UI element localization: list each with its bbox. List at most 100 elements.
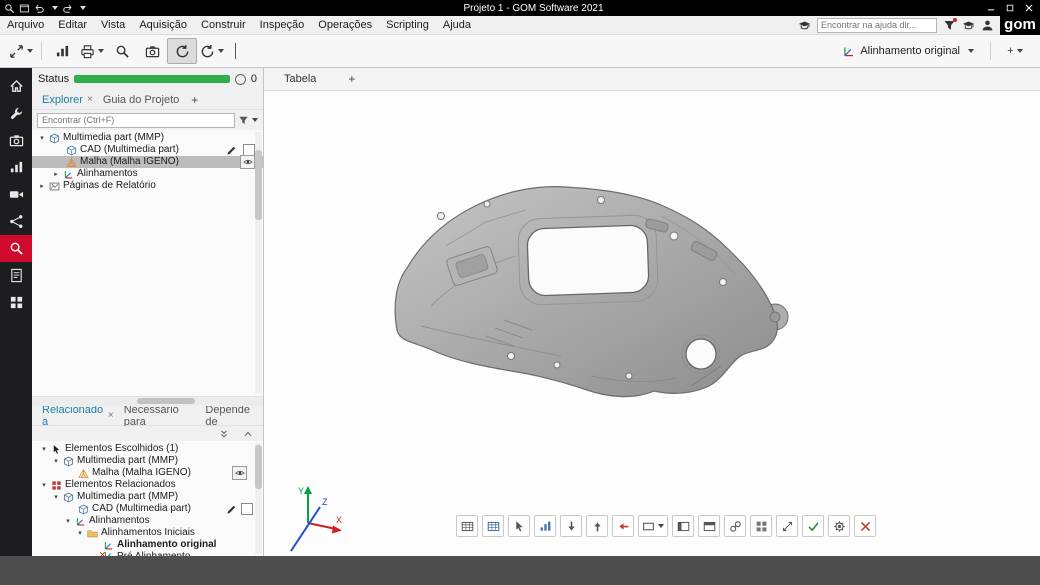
sidebar-item-analysis[interactable]: [0, 154, 32, 181]
horizontal-scrollbar[interactable]: [32, 396, 263, 406]
table-chart-button[interactable]: [534, 515, 556, 537]
zoom-search-button[interactable]: [107, 38, 137, 64]
eye-icon[interactable]: [232, 466, 247, 480]
menu-editar[interactable]: Editar: [51, 19, 94, 31]
tab-close-icon[interactable]: ×: [108, 410, 114, 421]
fit-view-button[interactable]: [6, 38, 36, 64]
sidebar-item-home[interactable]: [0, 73, 32, 100]
minimize-button[interactable]: [981, 1, 1000, 15]
tab-project-guide[interactable]: Guia do Projeto: [99, 94, 183, 106]
sidebar-item-deviation[interactable]: [0, 208, 32, 235]
sidebar-item-apps[interactable]: [0, 289, 32, 316]
tree-search-input[interactable]: [37, 112, 235, 128]
undo-icon[interactable]: [34, 3, 45, 14]
alignment-selector[interactable]: Alinhamento original: [835, 42, 981, 61]
eye-icon[interactable]: [240, 155, 255, 169]
tree-item[interactable]: ▾ Elementos Relacionados: [32, 479, 263, 491]
expand-arrow-icon[interactable]: ▾: [38, 132, 46, 144]
tab-related[interactable]: Relacionado a ×: [38, 404, 118, 428]
visibility-checkbox[interactable]: [241, 503, 253, 515]
tree-item[interactable]: ▾ Elementos Escolhidos (1): [32, 443, 263, 455]
sidebar-item-motion[interactable]: [0, 181, 32, 208]
sidebar-item-inspect[interactable]: [0, 235, 32, 262]
row-import-button[interactable]: [560, 515, 582, 537]
menu-inspecao[interactable]: Inspeção: [253, 19, 312, 31]
sidebar-item-sensor[interactable]: [0, 127, 32, 154]
edit-pencil-icon[interactable]: [226, 504, 237, 515]
expand-arrow-icon[interactable]: ▾: [52, 491, 60, 503]
tree-item[interactable]: CAD (Multimedia part): [32, 144, 263, 156]
expand-arrow-icon[interactable]: ▸: [38, 180, 46, 192]
cell-format-button[interactable]: [638, 515, 668, 537]
menu-arquivo[interactable]: Arquivo: [0, 19, 51, 31]
histogram-button[interactable]: [47, 38, 77, 64]
menu-vista[interactable]: Vista: [94, 19, 132, 31]
edit-pencil-icon[interactable]: [226, 145, 237, 156]
tree-item[interactable]: Malha (Malha IGENO): [32, 466, 263, 480]
expand-arrow-icon[interactable]: ▸: [52, 168, 60, 180]
vertical-scrollbar[interactable]: [255, 132, 262, 394]
tree-item-selected[interactable]: Malha (Malha IGENO): [32, 155, 263, 169]
row-insert-button[interactable]: [698, 515, 720, 537]
app-window-icon[interactable]: [19, 3, 30, 14]
merge-cells-button[interactable]: [750, 515, 772, 537]
academy-icon[interactable]: [962, 19, 975, 32]
expand-all-icon[interactable]: [219, 429, 229, 439]
tree-item[interactable]: ▾ Alinhamentos Iniciais: [32, 527, 263, 539]
add-tab-button[interactable]: +: [185, 93, 204, 107]
tab-close-icon[interactable]: ×: [87, 94, 93, 105]
smart-help-button[interactable]: [943, 17, 957, 32]
filter-button[interactable]: [238, 115, 258, 126]
print-report-button[interactable]: [77, 38, 107, 64]
row-add-button[interactable]: [586, 515, 608, 537]
row-export-button[interactable]: [612, 515, 634, 537]
table-selection-button[interactable]: [508, 515, 530, 537]
table-settings-button[interactable]: [828, 515, 850, 537]
sidebar-item-tools[interactable]: [0, 100, 32, 127]
training-hat-icon[interactable]: [798, 19, 811, 32]
menu-aquisicao[interactable]: Aquisição: [132, 19, 194, 31]
tree-item[interactable]: ▾ Multimedia part (MMP): [32, 455, 263, 467]
link-cells-button[interactable]: [724, 515, 746, 537]
tab-depends-on[interactable]: Depende de: [201, 404, 263, 428]
column-insert-button[interactable]: [672, 515, 694, 537]
expand-arrow-icon[interactable]: ▾: [40, 443, 48, 455]
recalculate-button[interactable]: [167, 38, 197, 64]
menu-ajuda[interactable]: Ajuda: [436, 19, 478, 31]
undo-caret-icon[interactable]: [52, 6, 58, 10]
tree-item[interactable]: Pré Alinhamento: [32, 551, 263, 556]
tree-item[interactable]: ▾ Alinhamentos: [32, 515, 263, 527]
expand-arrow-icon[interactable]: ▾: [64, 515, 72, 527]
table-button[interactable]: [456, 515, 478, 537]
cad-part-model[interactable]: [391, 186, 791, 401]
tab-explorer[interactable]: Explorer ×: [38, 94, 97, 106]
menu-construir[interactable]: Construir: [194, 19, 253, 31]
search-icon[interactable]: [4, 3, 15, 14]
expand-arrow-icon[interactable]: ▾: [40, 479, 48, 491]
menu-scripting[interactable]: Scripting: [379, 19, 436, 31]
collapse-all-icon[interactable]: [243, 429, 253, 439]
tree-item[interactable]: CAD (Multimedia part): [32, 503, 263, 515]
tree-item[interactable]: ▾ Multimedia part (MMP): [32, 132, 263, 144]
tree-item[interactable]: ▸ Páginas de Relatório: [32, 180, 263, 192]
vertical-scrollbar[interactable]: [255, 443, 262, 554]
scrollbar-thumb[interactable]: [255, 150, 262, 220]
table-delete-button[interactable]: [854, 515, 876, 537]
menu-operacoes[interactable]: Operações: [311, 19, 379, 31]
expand-arrow-icon[interactable]: ▾: [76, 527, 84, 539]
help-search-input[interactable]: [817, 17, 937, 33]
add-alignment-button[interactable]: +: [1000, 38, 1030, 64]
3d-viewport[interactable]: Y X Z: [264, 91, 1040, 556]
check-cell-button[interactable]: [802, 515, 824, 537]
scrollbar-thumb[interactable]: [255, 445, 262, 489]
expand-arrow-icon[interactable]: ▾: [52, 455, 60, 467]
tree-item[interactable]: ▾ Multimedia part (MMP): [32, 491, 263, 503]
recalculate-options-button[interactable]: [197, 38, 227, 64]
tree-item[interactable]: ▸ Alinhamentos: [32, 168, 263, 180]
sidebar-item-report[interactable]: [0, 262, 32, 289]
snapshot-button[interactable]: [137, 38, 167, 64]
tab-tabela[interactable]: Tabela: [284, 73, 316, 85]
scrollbar-thumb[interactable]: [137, 398, 195, 404]
tab-needed-for[interactable]: Necessário para: [120, 404, 200, 428]
tree-item-current-alignment[interactable]: Alinhamento original: [32, 539, 263, 551]
